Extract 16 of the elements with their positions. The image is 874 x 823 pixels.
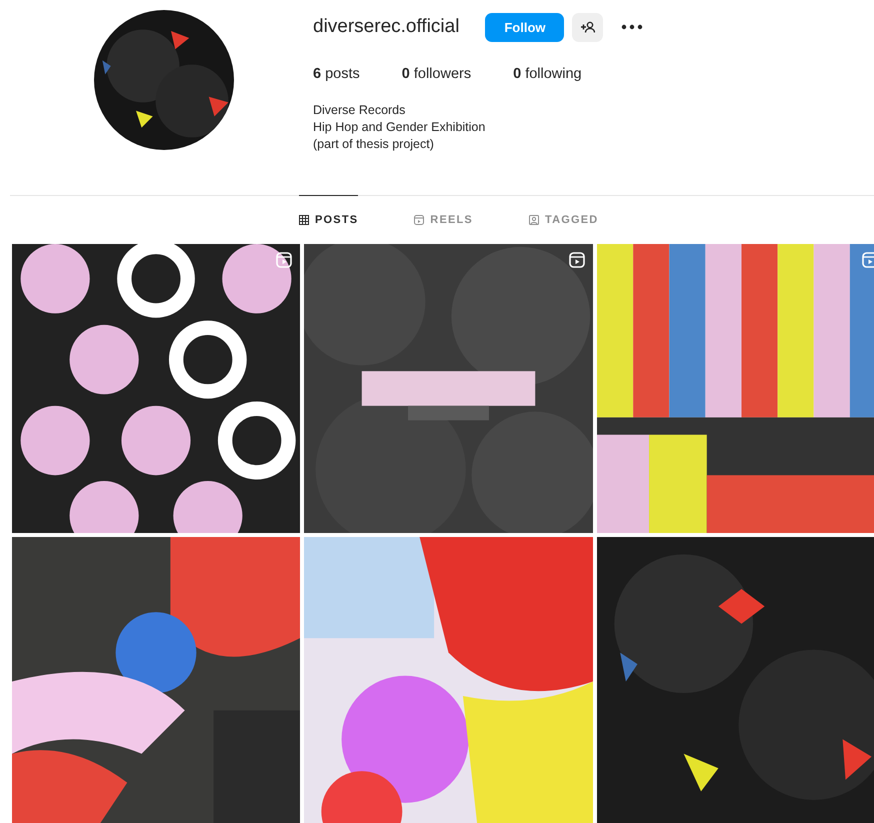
add-person-icon [580,21,595,33]
stat-count[interactable]: 6 posts [313,66,360,82]
reel-icon [569,252,585,268]
reel-icon [862,252,874,268]
bio-line: Hip Hop and Gender Exhibition [313,119,486,136]
reel-icon [276,252,292,268]
stat-count[interactable]: 0 followers [402,66,472,82]
bio-line: (part of thesis project) [313,136,435,153]
username: diverserec.official [313,16,460,38]
add-person-button[interactable] [572,12,604,42]
more-options-icon[interactable] [621,24,644,30]
tagged-icon [528,215,539,225]
reels-icon [414,215,424,225]
stat-count[interactable]: 0 following [513,66,582,82]
bio-line: Diverse Records [313,102,406,119]
grid-icon [299,215,309,225]
